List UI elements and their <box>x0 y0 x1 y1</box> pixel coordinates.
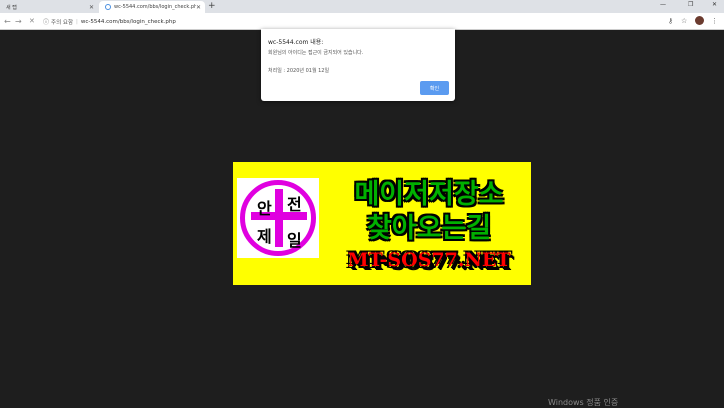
ad-banner[interactable]: 안 전 제 일 메이저저장소 찾아오는길 MT-SOS77.NET <box>233 162 531 285</box>
avatar[interactable] <box>695 16 704 25</box>
logo-circle: 안 전 제 일 <box>240 180 316 256</box>
tab-close-icon[interactable]: ✕ <box>89 4 94 11</box>
logo-char: 일 <box>287 231 302 250</box>
logo-char: 안 <box>257 199 272 218</box>
loading-icon <box>105 4 111 10</box>
safety-logo: 안 전 제 일 <box>237 178 319 258</box>
ok-button[interactable]: 확인 <box>420 81 449 95</box>
minimize-button[interactable]: — <box>660 1 666 8</box>
logo-char: 전 <box>287 195 302 214</box>
close-window-button[interactable]: ✕ <box>712 1 717 8</box>
security-label: 주의 요함 <box>51 19 74 26</box>
banner-url[interactable]: MT-SOS77.NET <box>329 249 529 271</box>
stop-button[interactable]: ✕ <box>29 16 35 27</box>
separator: | <box>76 18 78 25</box>
alert-date: 처리일 : 2020년 01월 12일 <box>268 68 330 74</box>
windows-activation-watermark: Windows 정품 인증 <box>548 398 619 407</box>
key-icon[interactable]: ⚷ <box>668 16 673 27</box>
url-text[interactable]: wc-5544.com/bbs/login_check.php <box>81 19 176 25</box>
star-icon[interactable]: ☆ <box>681 16 687 27</box>
logo-char: 제 <box>257 227 272 246</box>
back-button[interactable]: ← <box>4 16 11 27</box>
tab-login-check[interactable]: wc-5544.com/bbs/login_check.php ✕ <box>99 1 205 13</box>
address-bar[interactable]: ⓘ 주의 요함 | wc-5544.com/bbs/login_check.ph… <box>40 16 680 27</box>
banner-headline-2: 찾아오는길 <box>366 213 492 244</box>
browser-toolbar: ← → ✕ ⓘ 주의 요함 | wc-5544.com/bbs/login_ch… <box>0 13 724 30</box>
maximize-button[interactable]: ❐ <box>688 1 693 8</box>
menu-icon[interactable]: ⋮ <box>711 16 718 27</box>
tab-title: 새 탭 <box>6 4 17 11</box>
alert-dialog: wc-5544.com 내용: 회원님의 아이디는 접근이 금지되어 있습니다.… <box>261 29 455 101</box>
tab-strip: 새 탭 ✕ wc-5544.com/bbs/login_check.php ✕ … <box>0 0 724 13</box>
tab-new[interactable]: 새 탭 ✕ <box>0 1 98 13</box>
alert-title: wc-5544.com 내용: <box>268 39 324 46</box>
alert-message: 회원님의 아이디는 접근이 금지되어 있습니다. <box>268 50 364 56</box>
info-icon[interactable]: ⓘ <box>43 17 49 26</box>
forward-button[interactable]: → <box>15 16 22 27</box>
tab-close-icon[interactable]: ✕ <box>196 4 201 11</box>
tab-title: wc-5544.com/bbs/login_check.php <box>114 4 196 10</box>
new-tab-button[interactable]: + <box>208 1 216 12</box>
